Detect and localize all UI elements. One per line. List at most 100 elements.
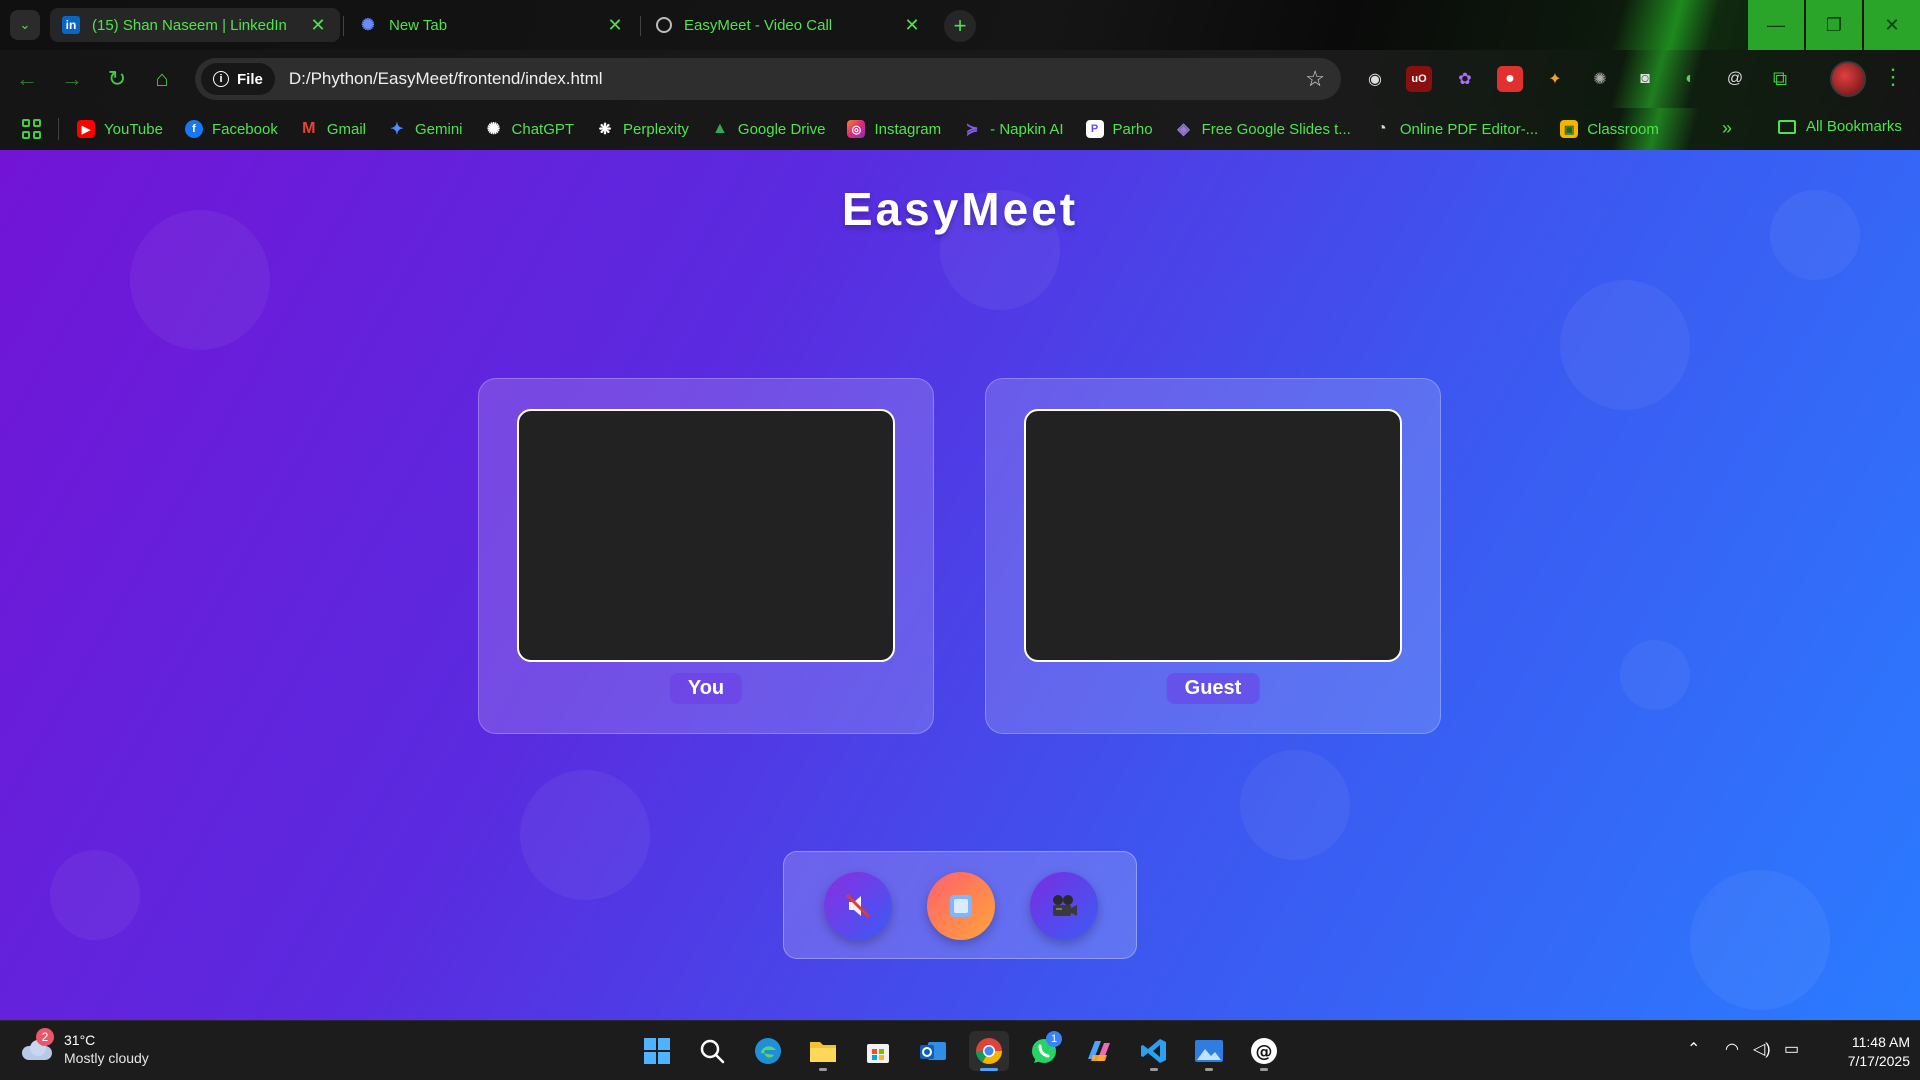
taskbar-store[interactable]: [858, 1031, 898, 1071]
edge-extension-icon[interactable]: ◐: [1677, 66, 1703, 92]
camera-extension-icon[interactable]: ◙: [1632, 66, 1658, 92]
bookmark-parho[interactable]: P Parho: [1085, 120, 1153, 138]
close-window-button[interactable]: ✕: [1864, 0, 1920, 50]
bookmark-label: Google Drive: [737, 120, 826, 138]
profile-avatar[interactable]: [1830, 61, 1866, 97]
vscode-icon: [1141, 1039, 1166, 1063]
threads-extension-icon[interactable]: @: [1722, 66, 1748, 92]
bookmark-google-slides[interactable]: ◈ Free Google Slides t...: [1175, 120, 1350, 139]
pdf-icon: ◔: [1376, 120, 1387, 137]
bookmarks-bar: ▶ YouTube f Facebook M Gmail ✦ Gemini ✺ ChatG…: [0, 108, 1920, 150]
search-icon: [700, 1039, 725, 1064]
bookmark-instagram[interactable]: ◎ Instagram: [847, 120, 941, 138]
bookmark-facebook[interactable]: f Facebook: [184, 120, 278, 138]
taskbar-photos[interactable]: [1189, 1031, 1229, 1071]
page-title: EasyMeet: [841, 183, 1079, 235]
background-bubble: [1620, 640, 1690, 710]
bookmark-label: YouTube: [104, 120, 163, 138]
taskbar-outlook[interactable]: [913, 1031, 953, 1071]
taskbar-chrome[interactable]: [969, 1031, 1009, 1071]
chatgpt-extension-icon[interactable]: ✺: [1587, 66, 1613, 92]
bookmark-napkin[interactable]: ≽ - Napkin AI: [963, 120, 1064, 139]
bookmark-google-drive[interactable]: ▲ Google Drive: [711, 120, 826, 138]
apps-grid-icon[interactable]: [22, 119, 42, 139]
gemini-icon: ✦: [390, 121, 404, 138]
screen-recorder-extension-icon[interactable]: ●: [1497, 66, 1523, 92]
address-bar[interactable]: i File D:/Phython/EasyMeet/frontend/inde…: [195, 58, 1341, 100]
linkedin-icon: in: [62, 16, 80, 34]
minimize-button[interactable]: —: [1748, 0, 1804, 50]
camera-button[interactable]: [1030, 872, 1098, 940]
bookmark-label: - Napkin AI: [990, 120, 1064, 138]
bookmark-label: Online PDF Editor-...: [1399, 120, 1539, 138]
extensions-puzzle-icon[interactable]: ⧉: [1767, 66, 1793, 92]
mute-button[interactable]: [824, 872, 892, 940]
participant-label: Guest: [1166, 673, 1260, 704]
bookmark-label: ChatGPT: [511, 120, 575, 138]
bookmark-star-icon[interactable]: ☆: [1305, 66, 1325, 92]
weather-temperature: 31°C: [64, 1032, 96, 1048]
tab-easymeet[interactable]: EasyMeet - Video Call ✕: [644, 8, 934, 42]
reload-button[interactable]: ↻: [100, 62, 134, 96]
remote-video: [1024, 409, 1402, 662]
bookmark-perplexity[interactable]: ❋ Perplexity: [596, 120, 689, 139]
stop-button[interactable]: [927, 872, 995, 940]
search-button[interactable]: [692, 1031, 732, 1071]
close-icon[interactable]: ✕: [308, 15, 328, 36]
tab-linkedin[interactable]: in (15) Shan Naseem | LinkedIn ✕: [50, 8, 340, 42]
menu-kebab-icon[interactable]: ⋮: [1882, 64, 1904, 90]
bookmark-label: Gemini: [415, 120, 463, 138]
bookmark-youtube[interactable]: ▶ YouTube: [77, 120, 163, 138]
weather-widget[interactable]: 2 31°C Mostly cloudy: [20, 1028, 149, 1067]
all-bookmarks-button[interactable]: All Bookmarks: [1778, 118, 1902, 135]
system-clock[interactable]: 11:48 AM 7/17/2025: [1810, 1033, 1910, 1071]
brain-extension-icon[interactable]: ✿: [1452, 66, 1478, 92]
close-icon[interactable]: ✕: [605, 15, 625, 36]
more-bookmarks-icon[interactable]: »: [1722, 118, 1732, 139]
tab-divider: [640, 16, 641, 36]
taskbar-copilot[interactable]: [1079, 1031, 1119, 1071]
restore-button[interactable]: ❐: [1806, 0, 1862, 50]
close-icon[interactable]: ✕: [902, 15, 922, 36]
gemini-extension-icon[interactable]: ✦: [1542, 66, 1568, 92]
bookmark-classroom[interactable]: ▣ Classroom: [1560, 120, 1659, 138]
bookmark-chatgpt[interactable]: ✺ ChatGPT: [485, 120, 575, 139]
all-bookmarks-label: All Bookmarks: [1806, 118, 1902, 135]
taskbar-threads[interactable]: @: [1244, 1031, 1284, 1071]
folder-icon: [1778, 119, 1796, 134]
taskbar-edge[interactable]: [748, 1031, 788, 1071]
taskbar-vscode[interactable]: [1134, 1031, 1174, 1071]
bookmark-gemini[interactable]: ✦ Gemini: [388, 120, 463, 139]
ublock-extension-icon[interactable]: uO: [1406, 66, 1432, 92]
home-button[interactable]: ⌂: [145, 62, 179, 96]
volume-icon[interactable]: ◁): [1753, 1039, 1771, 1059]
drive-icon: ▲: [711, 120, 728, 137]
tab-title: EasyMeet - Video Call: [684, 16, 833, 34]
participant-label: You: [669, 673, 743, 704]
weather-badge: 2: [36, 1028, 54, 1046]
tab-search-dropdown[interactable]: ⌄: [10, 10, 40, 40]
bookmark-pdf-editor[interactable]: ◔ Online PDF Editor-...: [1373, 120, 1538, 138]
photos-icon: [1195, 1040, 1223, 1062]
bookmark-gmail[interactable]: M Gmail: [300, 120, 366, 138]
notification-badge: 1: [1046, 1031, 1062, 1047]
taskbar-file-explorer[interactable]: [803, 1031, 843, 1071]
wifi-icon[interactable]: ◠: [1725, 1039, 1739, 1059]
store-icon: [867, 1044, 889, 1063]
forward-button[interactable]: →: [55, 62, 89, 96]
start-button[interactable]: [637, 1031, 677, 1071]
chevron-up-icon[interactable]: ⌃: [1687, 1039, 1700, 1059]
taskbar-whatsapp[interactable]: 1: [1024, 1031, 1064, 1071]
running-indicator: [819, 1068, 827, 1071]
incognito-extension-icon[interactable]: ◉: [1362, 66, 1388, 92]
url-text[interactable]: D:/Phython/EasyMeet/frontend/index.html: [289, 69, 1305, 89]
remote-video-card: Guest: [985, 378, 1441, 734]
new-tab-button[interactable]: +: [944, 10, 976, 42]
instagram-icon: ◎: [847, 120, 866, 138]
site-info-chip[interactable]: i File: [201, 63, 275, 95]
battery-icon[interactable]: ▭: [1784, 1039, 1799, 1059]
back-button[interactable]: ←: [10, 62, 44, 96]
cloud-icon: 2: [20, 1028, 54, 1062]
chevron-down-icon: ⌄: [19, 17, 31, 32]
tab-new-tab[interactable]: ✺ New Tab ✕: [347, 8, 637, 42]
